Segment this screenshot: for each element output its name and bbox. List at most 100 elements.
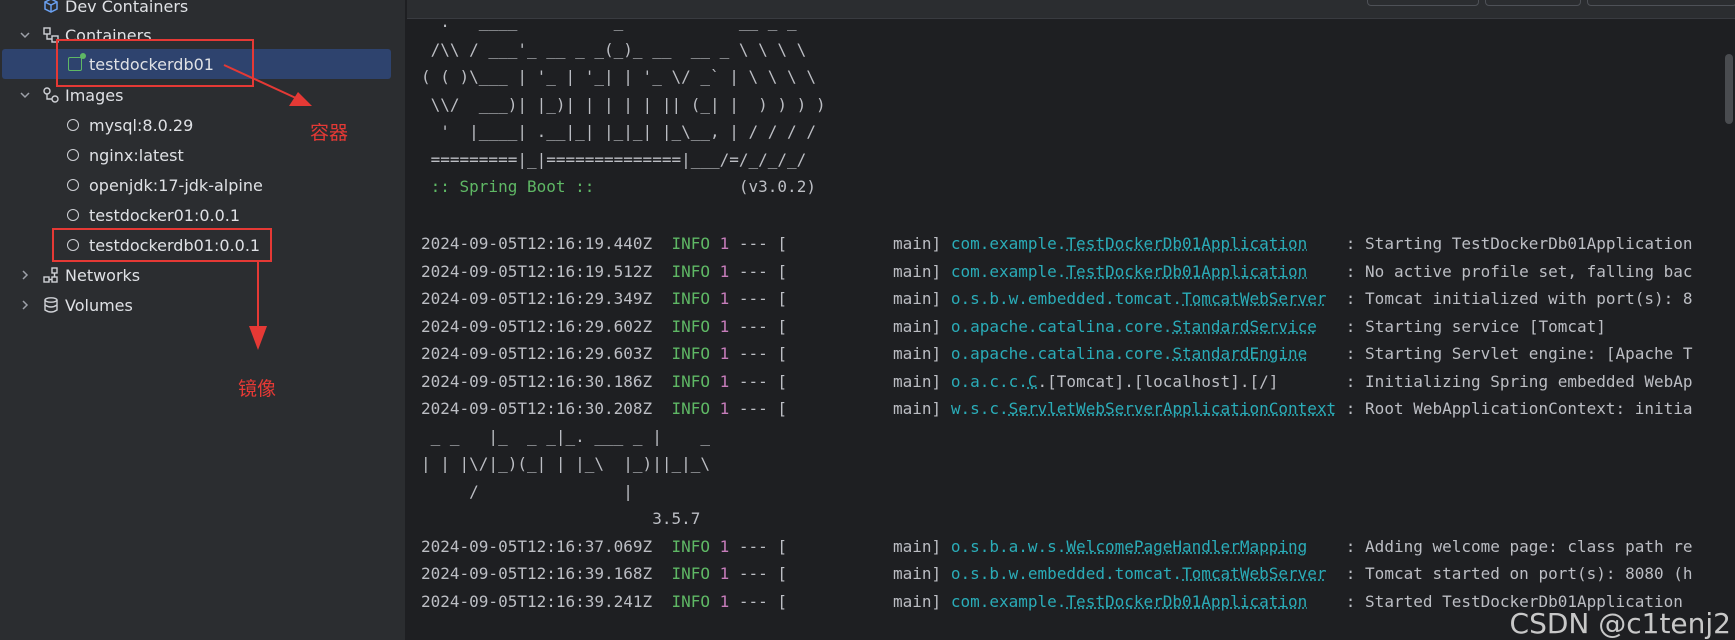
log-timestamp: 2024-09-05T12:16:37.069Z	[421, 536, 653, 556]
banner-text: /\\ / ___'_ __ _ _(_)_ __ __ _ \ \ \ \	[421, 39, 807, 59]
log-level: INFO	[671, 591, 710, 611]
banner-text: . ____ _ __ _ _	[421, 12, 797, 31]
spring-banner-line: =========|_|==============|___/=/_/_/_/	[421, 148, 807, 172]
log-pad	[1327, 289, 1346, 308]
log-timestamp: 2024-09-05T12:16:30.186Z	[421, 371, 653, 391]
log-timestamp: 2024-09-05T12:16:29.602Z	[421, 316, 653, 336]
toolbar-button[interactable]	[1587, 0, 1735, 6]
console-scrollbar[interactable]	[1725, 54, 1733, 124]
spring-boot-label: :: Spring Boot ::	[421, 177, 605, 196]
log-space	[710, 564, 720, 583]
log-logger-class: StandardEngine	[1172, 344, 1308, 363]
banner-text: ( ( )\___ | '_ | '_| | '_ \/ _` | \ \ \ …	[421, 67, 816, 86]
log-timestamp: 2024-09-05T12:16:39.168Z	[421, 564, 653, 583]
log-logger-package: o.apache.catalina.core.	[950, 316, 1173, 336]
annotation-arrows	[223, 64, 312, 350]
log-thread: --- [ main]	[729, 316, 951, 336]
log-pad	[1307, 344, 1346, 363]
log-space	[652, 372, 671, 391]
log-logger-class: ServletWebServerApplicationContext	[1008, 399, 1337, 418]
log-logger-package: com.example.	[950, 591, 1067, 611]
log-space	[652, 344, 671, 363]
log-pid: 1	[719, 399, 730, 418]
log-space	[652, 317, 671, 336]
log-message: : Tomcat started on port(s): 8080 (h	[1345, 564, 1693, 583]
log-logger-package: o.a.c.c.	[950, 371, 1028, 391]
log-logger-class: TestDockerDb01Application	[1066, 234, 1308, 253]
log-thread: --- [ main]	[729, 371, 951, 391]
log-space	[652, 234, 671, 253]
log-thread: --- [ main]	[729, 536, 951, 556]
log-space	[652, 592, 671, 611]
spring-banner-line: ' |____| .__|_| |_|_| |_\__, | / / / /	[421, 120, 816, 144]
log-logger-package: o.apache.catalina.core.	[950, 344, 1173, 363]
log-space	[652, 399, 671, 418]
log-pid: 1	[719, 261, 730, 281]
log-logger-class: StandardService	[1172, 316, 1317, 336]
log-timestamp: 2024-09-05T12:16:19.440Z	[421, 234, 653, 253]
log-thread: --- [ main]	[729, 564, 951, 583]
log-space	[710, 234, 720, 253]
log-pad	[1307, 537, 1346, 556]
log-pid: 1	[719, 591, 730, 611]
log-line: 2024-09-05T12:16:19.512Z INFO 1 --- [ ma…	[421, 260, 1693, 284]
mybatis-banner-line: | | |\/|_)(_| | |_\ |_)||_|_\	[421, 452, 710, 476]
log-level: INFO	[671, 564, 710, 583]
spring-banner-line: /\\ / ___'_ __ _ _(_)_ __ __ _ \ \ \ \	[421, 38, 807, 62]
log-logger-class: TestDockerDb01Application	[1066, 591, 1308, 611]
toolbar-button[interactable]	[1367, 0, 1479, 6]
log-thread: --- [ main]	[729, 344, 951, 363]
spring-banner-line: . ____ _ __ _ _	[421, 10, 797, 34]
log-space	[652, 564, 671, 583]
annotation-label-image: 镜像	[238, 378, 277, 400]
log-space	[710, 537, 720, 556]
log-message: : Starting service [Tomcat]	[1345, 316, 1606, 336]
log-level: INFO	[671, 399, 710, 418]
log-logger-package: com.example.	[950, 234, 1067, 253]
log-pid: 1	[719, 371, 730, 391]
toolbar-button[interactable]	[1485, 0, 1581, 6]
log-line: 2024-09-05T12:16:19.440Z INFO 1 --- [ ma…	[421, 232, 1693, 256]
log-level: INFO	[671, 536, 710, 556]
annotation-label-container: 容器	[310, 122, 349, 144]
log-logger-class: TomcatWebServer	[1182, 289, 1327, 308]
log-level: INFO	[671, 371, 710, 391]
log-logger-package: com.example.	[950, 261, 1067, 281]
log-pid: 1	[719, 536, 730, 556]
log-space	[710, 372, 720, 391]
log-space	[710, 289, 720, 308]
log-thread: --- [ main]	[729, 234, 951, 253]
log-message: : No active profile set, falling bac	[1345, 261, 1693, 281]
log-line: 2024-09-05T12:16:29.603Z INFO 1 --- [ ma…	[421, 342, 1693, 366]
log-message: : Adding welcome page: class path re	[1345, 536, 1693, 556]
log-level: INFO	[671, 344, 710, 363]
log-pid: 1	[719, 564, 730, 583]
log-message: : Tomcat initialized with port(s): 8	[1345, 289, 1693, 308]
spring-banner-line: ( ( )\___ | '_ | '_| | '_ \/ _` | \ \ \ …	[421, 65, 816, 89]
log-line: 2024-09-05T12:16:30.208Z INFO 1 --- [ ma…	[421, 397, 1693, 421]
banner-text: | | |\/|_)(_| | |_\ |_)||_|_\	[421, 454, 710, 473]
log-pad	[1307, 234, 1346, 253]
log-pad	[1327, 564, 1346, 583]
watermark: CSDN @c1tenj2	[1509, 607, 1731, 640]
log-message: : Root WebApplicationContext: initia	[1345, 399, 1693, 418]
console-log-panel: . ____ _ __ _ _ /\\ / ___'_ __ _ _(_)_ _…	[407, 0, 1735, 640]
log-space	[652, 537, 671, 556]
log-pad	[1336, 399, 1346, 418]
spring-boot-line: :: Spring Boot :: (v3.0.2)	[421, 175, 816, 199]
log-timestamp: 2024-09-05T12:16:39.241Z	[421, 591, 653, 611]
log-timestamp: 2024-09-05T12:16:29.603Z	[421, 344, 653, 363]
log-line: 2024-09-05T12:16:29.349Z INFO 1 --- [ ma…	[421, 287, 1693, 311]
log-pid: 1	[719, 234, 730, 253]
banner-text: / |	[421, 481, 633, 501]
log-logger-class: TomcatWebServer	[1182, 564, 1327, 583]
log-line: 2024-09-05T12:16:30.186Z INFO 1 --- [ ma…	[421, 370, 1693, 394]
log-timestamp: 2024-09-05T12:16:29.349Z	[421, 289, 653, 308]
banner-text: 3.5.7	[421, 509, 701, 528]
log-space	[710, 317, 720, 336]
log-logger-class: TestDockerDb01Application	[1066, 261, 1308, 281]
banner-text: _ _ |_ _ _|_. ___ _ | _	[421, 426, 710, 446]
log-line: 2024-09-05T12:16:29.602Z INFO 1 --- [ ma…	[421, 315, 1606, 339]
log-pid: 1	[719, 344, 730, 363]
log-pid: 1	[719, 316, 730, 336]
